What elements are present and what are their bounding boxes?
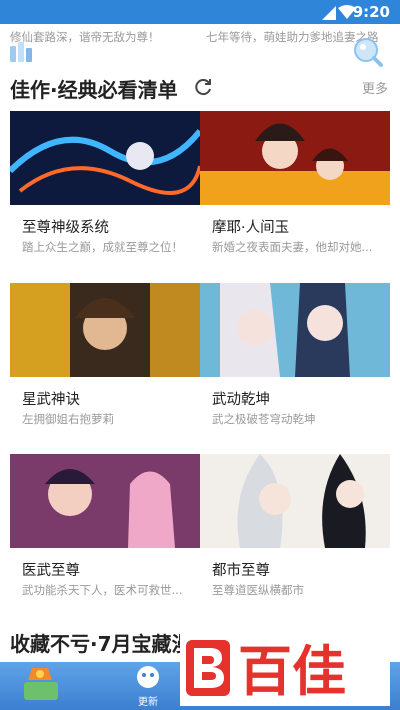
comic-title: 星武神诀 xyxy=(22,392,80,408)
comic-desc: 踏上众生之巅，成就至尊之位！ xyxy=(22,240,183,254)
comic-title: 武动乾坤 xyxy=(212,392,270,408)
top-bar: 修仙套路深，谐帝无敌为尊！ 七年等待，萌娃助力爹地追妻之路 xyxy=(0,24,400,68)
section-title: 佳作·经典必看清单 xyxy=(10,78,178,102)
tab-label: 更新 xyxy=(138,697,158,708)
comic-title: 摩耶·人间玉 xyxy=(212,220,290,236)
comic-card[interactable]: 都市至尊 至尊道医纵横都市 xyxy=(200,454,390,619)
more-link[interactable]: 更多 xyxy=(362,78,388,97)
cover-image xyxy=(10,283,200,377)
comic-card[interactable]: 武动乾坤 武之极破苍穹动乾坤 xyxy=(200,283,390,451)
status-bar: 9:20 xyxy=(0,0,400,24)
comic-desc: 武功能杀天下人，医术可救世... xyxy=(22,583,183,597)
comic-desc: 左拥御姐右抱萝莉 xyxy=(22,412,114,426)
tab-home[interactable] xyxy=(0,662,80,710)
comic-card[interactable]: 星武神诀 左拥御姐右抱萝莉 xyxy=(10,283,200,451)
comic-title: 都市至尊 xyxy=(212,563,270,579)
clock: 9:20 xyxy=(352,3,390,21)
comic-card[interactable]: 至尊神级系统 踏上众生之巅，成就至尊之位！ xyxy=(7,111,203,281)
books-icon[interactable] xyxy=(8,40,38,64)
comic-title: 至尊神级系统 xyxy=(22,220,109,236)
cover-image xyxy=(200,454,390,548)
battery-icon xyxy=(322,6,336,20)
comic-desc: 新婚之夜表面夫妻，他却对她... xyxy=(212,240,373,254)
update-icon xyxy=(137,666,159,688)
comic-desc: 武之极破苍穹动乾坤 xyxy=(212,412,316,426)
comic-card[interactable]: 摩耶·人间玉 新婚之夜表面夫妻，他却对她... xyxy=(200,111,390,281)
comic-card[interactable]: 医武至尊 武功能杀天下人，医术可救世... xyxy=(10,454,200,619)
comic-desc: 至尊道医纵横都市 xyxy=(212,583,304,597)
watermark-text: 百佳 xyxy=(238,640,346,703)
tab-update[interactable]: 更新 xyxy=(108,662,188,710)
search-icon[interactable] xyxy=(352,36,384,68)
cover-image xyxy=(200,283,390,377)
refresh-icon[interactable] xyxy=(192,76,214,98)
comic-title: 医武至尊 xyxy=(22,563,80,579)
cover-image xyxy=(200,111,390,205)
watermark-logo: 百佳 xyxy=(180,632,390,706)
cover-image xyxy=(7,111,203,205)
cover-image xyxy=(10,454,200,548)
home-icon xyxy=(24,668,58,700)
